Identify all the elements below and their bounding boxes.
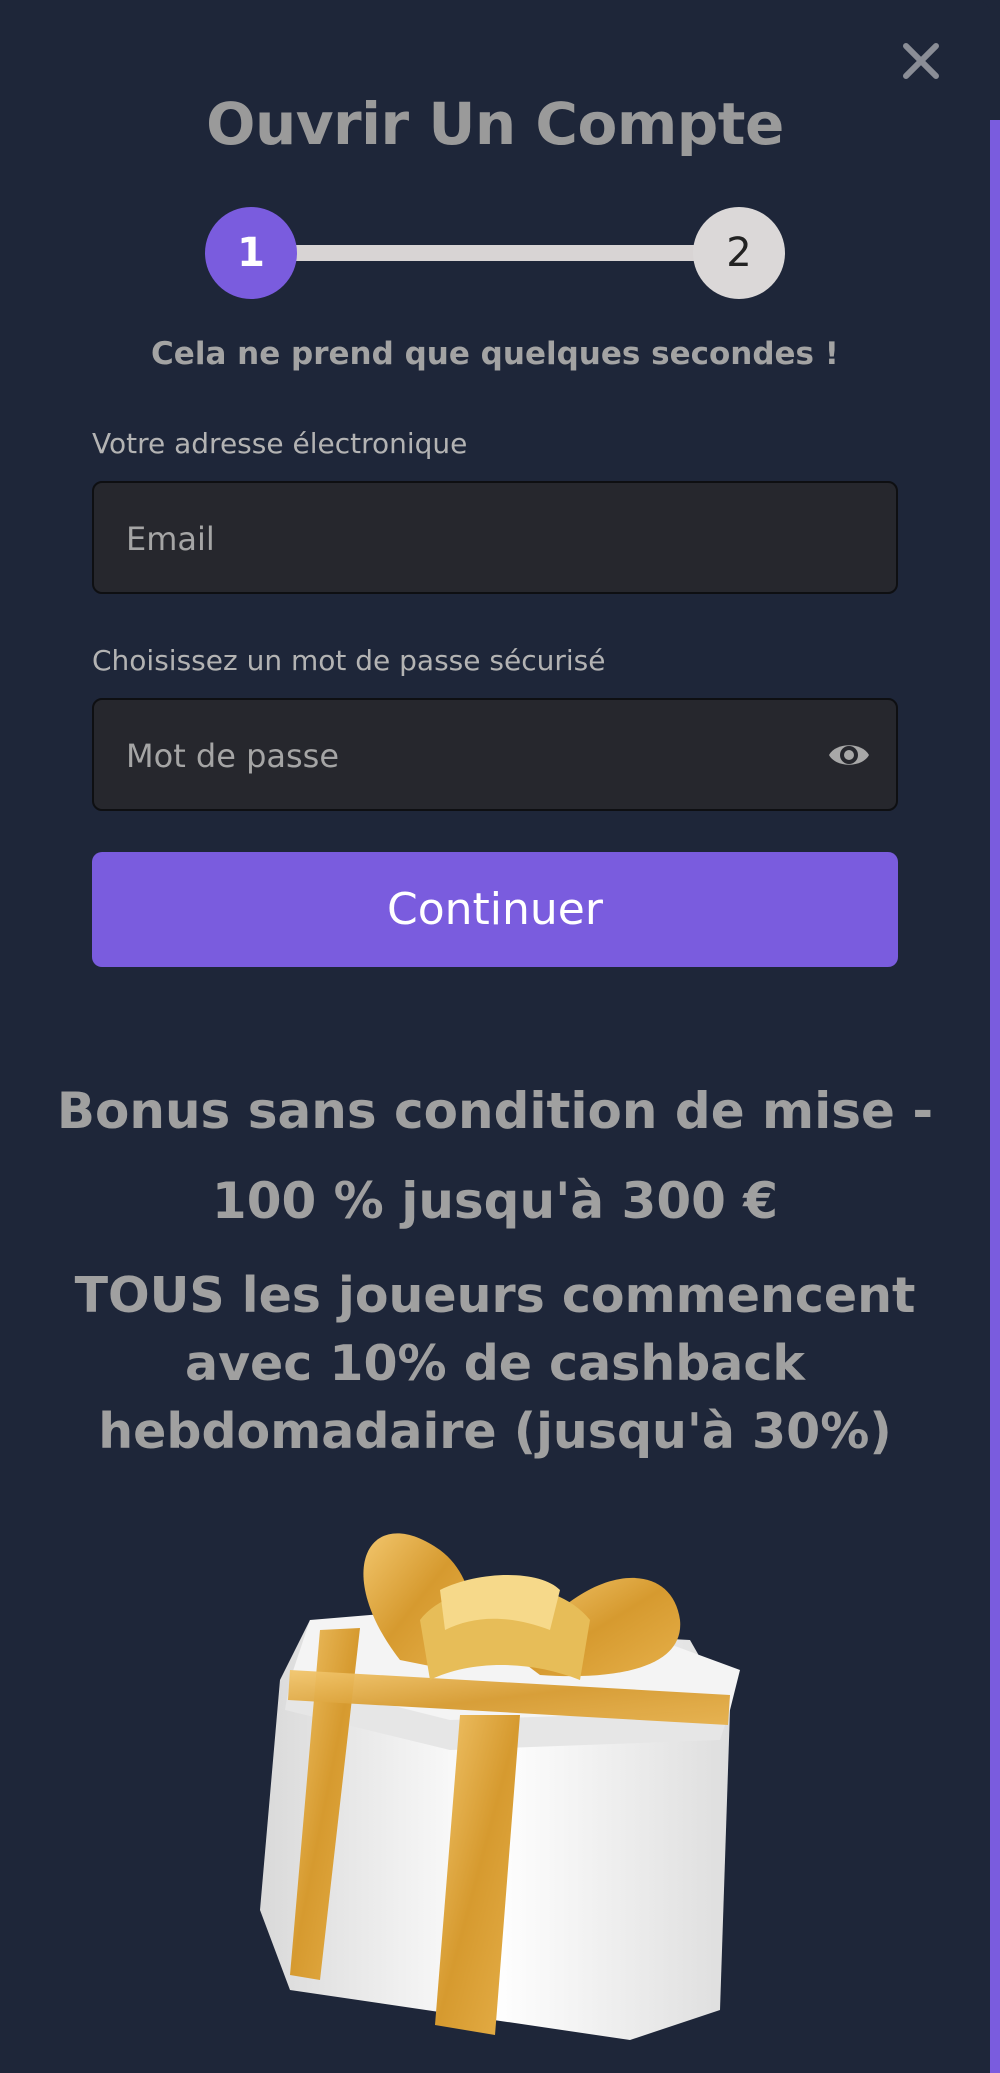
password-input[interactable] bbox=[124, 700, 828, 811]
password-input-container bbox=[92, 698, 898, 811]
step-1-indicator: 1 bbox=[205, 207, 297, 299]
bonus-headline: Bonus sans condition de mise - bbox=[56, 1082, 934, 1140]
password-label: Choisissez un mot de passe sécurisé bbox=[92, 644, 606, 677]
email-label: Votre adresse électronique bbox=[92, 427, 468, 460]
stepper-track bbox=[285, 245, 705, 261]
close-icon[interactable] bbox=[898, 38, 944, 84]
step-2-indicator: 2 bbox=[693, 207, 785, 299]
email-input[interactable] bbox=[124, 483, 828, 594]
progress-stepper: 1 2 bbox=[205, 207, 785, 299]
modal-subtitle: Cela ne prend que quelques secondes ! bbox=[151, 336, 839, 372]
continue-button[interactable]: Continuer bbox=[92, 852, 898, 967]
signup-modal: Ouvrir Un Compte 1 2 Cela ne prend que q… bbox=[0, 0, 990, 2073]
email-input-container bbox=[92, 481, 898, 594]
scrollbar[interactable] bbox=[990, 120, 1000, 2073]
modal-title: Ouvrir Un Compte bbox=[206, 90, 784, 158]
eye-icon[interactable] bbox=[826, 732, 872, 778]
cashback-text: TOUS les joueurs commencent avec 10% de … bbox=[74, 1267, 916, 1460]
gift-box-icon bbox=[250, 1510, 750, 2050]
bonus-amount: 100 % jusqu'à 300 € bbox=[211, 1172, 779, 1230]
